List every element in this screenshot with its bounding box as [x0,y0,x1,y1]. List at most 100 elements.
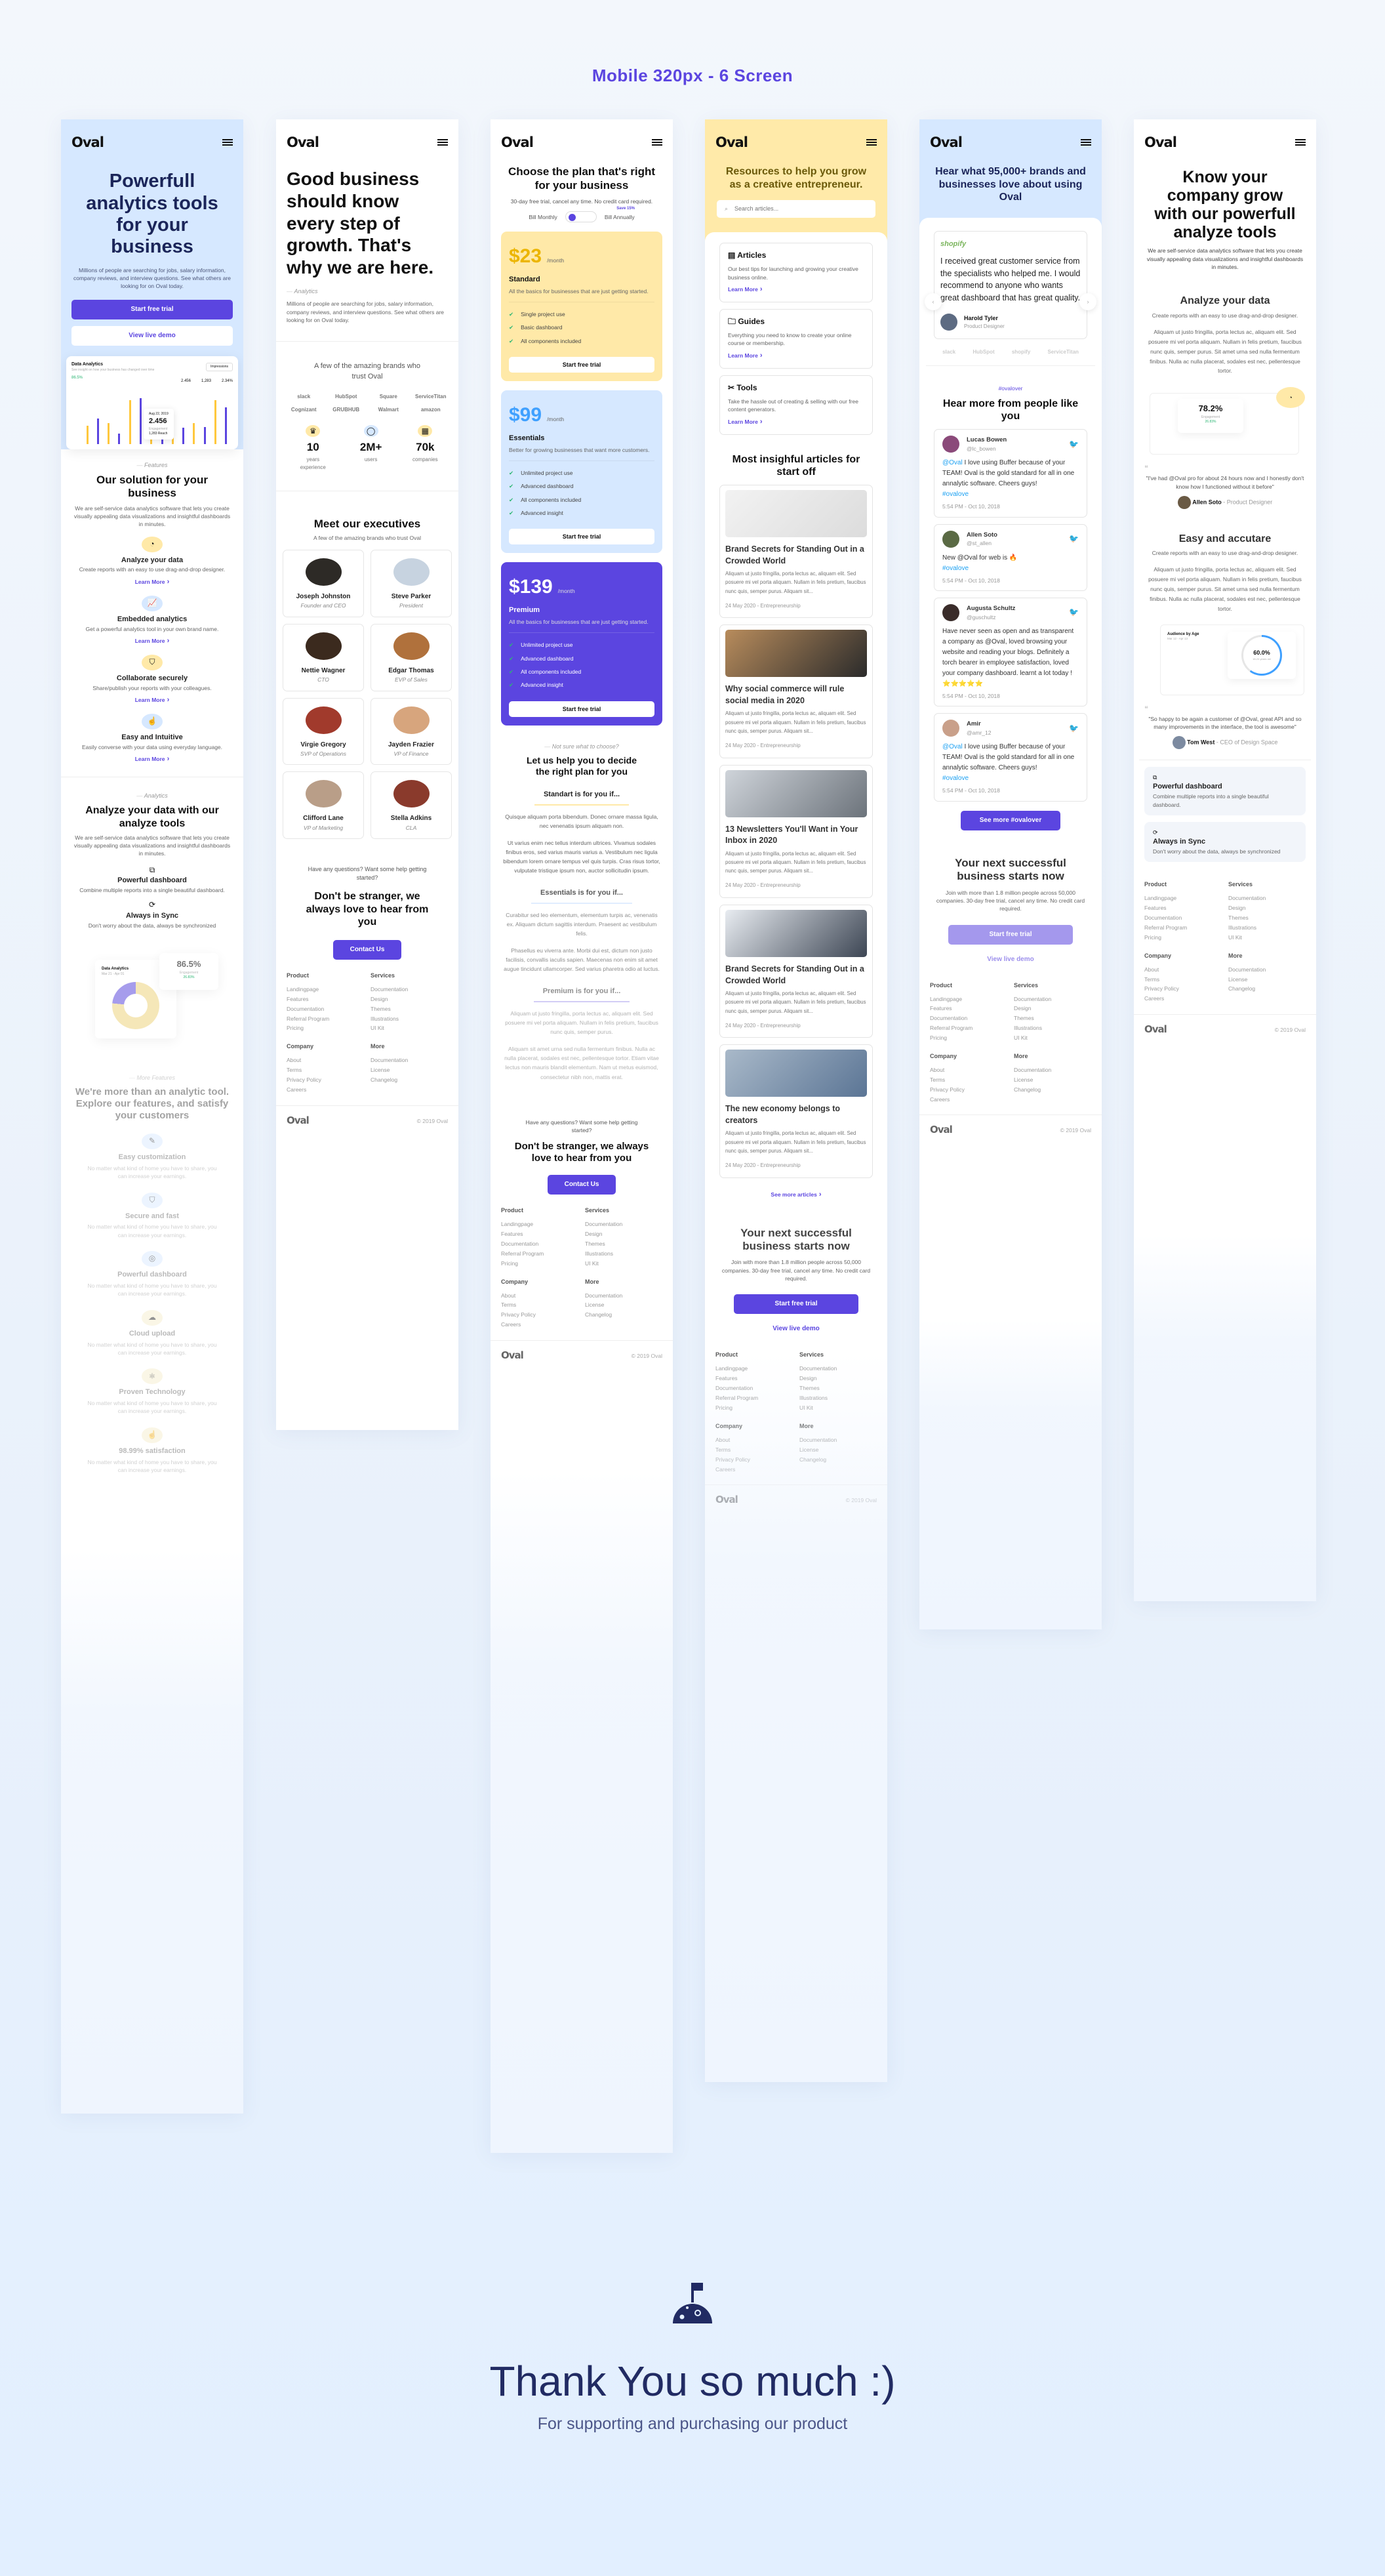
footer-logo[interactable]: Oval [501,1349,524,1363]
start-trial-button[interactable]: Start free trial [509,701,654,717]
tweet-handle[interactable]: @lc_bowen [967,445,1007,453]
footer-link[interactable]: Referral Program [287,1014,364,1024]
footer-link[interactable]: UI Kit [1228,933,1306,943]
footer-link[interactable]: Illustrations [585,1249,662,1259]
footer-link[interactable]: Careers [501,1320,578,1330]
twitter-icon[interactable]: 🐦 [1069,439,1079,450]
footer-link[interactable]: Privacy Policy [287,1075,364,1085]
see-more-button[interactable]: See more #ovalover [961,810,1060,830]
hashtag-link[interactable]: #ovalove [942,491,969,498]
carousel-next-icon[interactable]: › [1079,293,1096,310]
footer-link[interactable]: Landingpage [930,994,1007,1004]
footer-link[interactable]: Documentation [287,1004,364,1014]
footer-link[interactable]: Illustrations [1228,923,1306,933]
footer-logo[interactable]: Oval [1144,1023,1167,1037]
footer-link[interactable]: Documentation [799,1364,877,1374]
footer-link[interactable]: Design [799,1374,877,1383]
executive-card[interactable]: Clifford Lane VP of Marketing [283,771,364,840]
footer-link[interactable]: Changelog [1228,984,1306,994]
footer-link[interactable]: Documentation [371,1055,448,1065]
footer-link[interactable]: Terms [930,1075,1007,1085]
footer-link[interactable]: Changelog [371,1075,448,1085]
footer-link[interactable]: Referral Program [930,1023,1007,1033]
footer-link[interactable]: UI Kit [585,1259,662,1269]
start-trial-button[interactable]: Start free trial [948,924,1073,945]
footer-link[interactable]: Privacy Policy [1144,984,1222,994]
footer-link[interactable]: Careers [1144,994,1222,1004]
learn-more-link[interactable]: Learn More [61,577,243,588]
footer-link[interactable]: Privacy Policy [930,1085,1007,1095]
footer-link[interactable]: Landingpage [715,1364,793,1374]
footer-link[interactable]: Design [1014,1004,1091,1013]
footer-link[interactable]: License [371,1065,448,1075]
footer-link[interactable]: Terms [715,1445,793,1455]
footer-link[interactable]: License [585,1300,662,1310]
footer-link[interactable]: Documentation [1228,893,1306,903]
footer-link[interactable]: Pricing [501,1259,578,1269]
tweet-handle[interactable]: @amr_12 [967,729,991,737]
twitter-icon[interactable]: 🐦 [1069,723,1079,734]
article-title[interactable]: The new economy belongs to creators [725,1103,867,1126]
footer-link[interactable]: License [799,1445,877,1455]
search-input[interactable] [734,205,868,213]
learn-more-link[interactable]: Learn More [61,636,243,647]
footer-link[interactable]: Terms [1144,975,1222,985]
logo[interactable]: Oval [930,133,963,152]
footer-link[interactable]: Themes [585,1239,662,1249]
contact-us-button[interactable]: Contact Us [548,1175,616,1195]
executive-card[interactable]: Steve Parker President [371,549,452,617]
article-card[interactable]: Why social commerce will rule social med… [719,624,873,758]
article-title[interactable]: Brand Secrets for Standing Out in a Crow… [725,964,867,987]
tweet-handle[interactable]: @st_allen [967,539,997,547]
executive-card[interactable]: Edgar Thomas EVP of Sales [371,623,452,691]
footer-link[interactable]: Landingpage [501,1219,578,1229]
footer-link[interactable]: Documentation [930,1013,1007,1023]
footer-link[interactable]: License [1014,1075,1091,1085]
hashtag-link[interactable]: #ovalove [942,775,969,782]
footer-link[interactable]: UI Kit [799,1403,877,1413]
executive-card[interactable]: Jayden Frazier VP of Finance [371,697,452,766]
footer-link[interactable]: Documentation [799,1435,877,1445]
footer-link[interactable]: Careers [930,1095,1007,1105]
article-title[interactable]: Why social commerce will rule social med… [725,684,867,706]
footer-link[interactable]: Documentation [371,985,448,994]
footer-logo[interactable]: Oval [715,1493,738,1507]
learn-more-link[interactable]: Learn More [61,695,243,706]
footer-link[interactable]: Features [1144,903,1222,913]
mention-link[interactable]: @Oval [942,743,963,750]
footer-link[interactable]: Themes [1014,1013,1091,1023]
logo[interactable]: Oval [1144,133,1177,152]
footer-link[interactable]: Pricing [287,1023,364,1033]
footer-link[interactable]: About [715,1435,793,1445]
article-title[interactable]: Brand Secrets for Standing Out in a Crow… [725,544,867,567]
billing-toggle[interactable] [565,211,597,223]
footer-link[interactable]: Referral Program [1144,923,1222,933]
footer-link[interactable]: Landingpage [1144,893,1222,903]
footer-link[interactable]: Terms [501,1300,578,1310]
menu-icon[interactable] [652,139,662,146]
article-title[interactable]: 13 Newsletters You'll Want in Your Inbox… [725,824,867,847]
menu-icon[interactable] [1081,139,1091,146]
footer-link[interactable]: Privacy Policy [715,1455,793,1465]
footer-link[interactable]: Design [371,994,448,1004]
footer-link[interactable]: Referral Program [715,1393,793,1403]
article-card[interactable]: 13 Newsletters You'll Want in Your Inbox… [719,764,873,899]
footer-link[interactable]: Careers [715,1465,793,1475]
metric-select[interactable]: Impressions [206,362,233,371]
bill-annually-label[interactable]: Bill Annually [605,213,635,221]
footer-link[interactable]: Pricing [930,1033,1007,1043]
footer-link[interactable]: UI Kit [1014,1033,1091,1043]
footer-link[interactable]: Design [585,1229,662,1239]
footer-link[interactable]: Design [1228,903,1306,913]
live-demo-button[interactable]: View live demo [948,949,1073,970]
footer-link[interactable]: About [501,1291,578,1301]
footer-link[interactable]: Documentation [501,1239,578,1249]
start-trial-button[interactable]: Start free trial [71,299,233,319]
footer-link[interactable]: Careers [287,1085,364,1095]
menu-icon[interactable] [222,139,233,146]
footer-logo[interactable]: Oval [930,1123,953,1137]
twitter-icon[interactable]: 🐦 [1069,533,1079,544]
mention-link[interactable]: @Oval [942,459,963,466]
menu-icon[interactable] [866,139,877,146]
live-demo-button[interactable]: View live demo [71,325,233,346]
